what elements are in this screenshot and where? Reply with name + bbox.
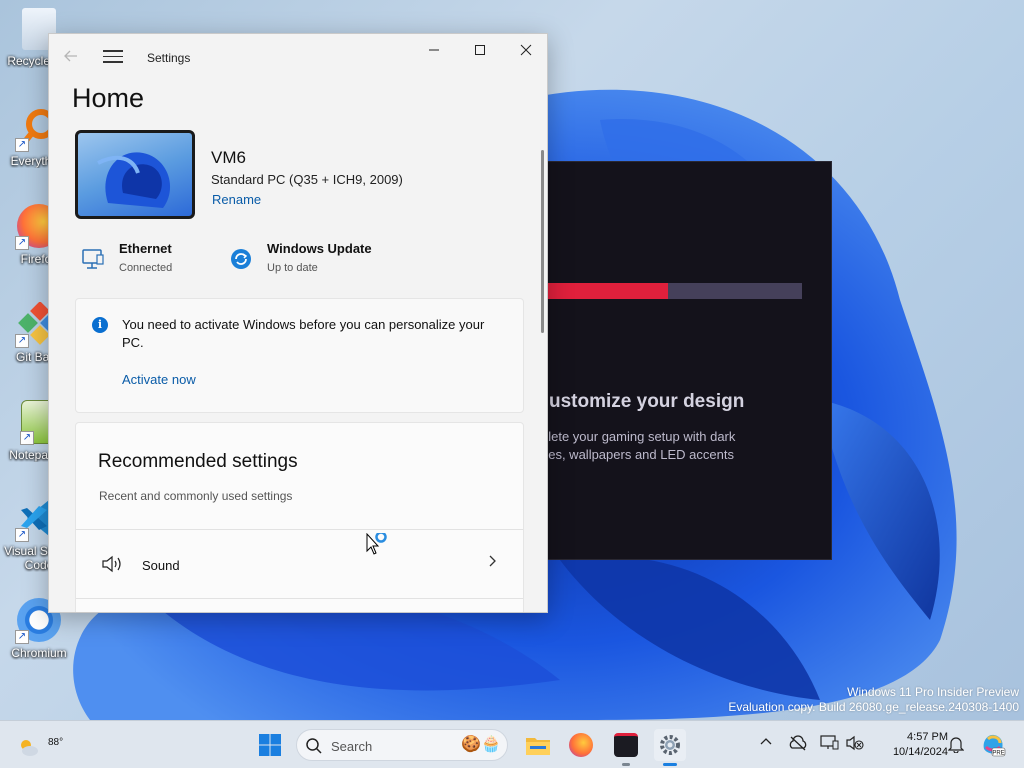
taskbar-search-box[interactable]: Search 🍪🧁 — [296, 729, 508, 761]
background-app-title: ustomize your design — [549, 391, 745, 412]
recommended-item-label: Sound — [142, 558, 180, 573]
activation-card: i You need to activate Windows before yo… — [75, 298, 524, 413]
running-indicator — [622, 763, 630, 766]
ethernet-title: Ethernet — [119, 241, 172, 256]
gaming-app-icon — [614, 733, 638, 757]
shortcut-arrow-icon: ↗ — [15, 138, 29, 152]
ethernet-icon — [81, 247, 105, 271]
network-status-icon[interactable] — [820, 735, 840, 754]
setup-progress-track — [668, 283, 802, 299]
watermark-line: Windows 11 Pro Insider Preview — [847, 685, 1019, 699]
hamburger-menu-icon[interactable] — [103, 50, 123, 66]
background-app-dialog[interactable]: ustomize your design plete your gaming s… — [530, 161, 832, 560]
device-name: VM6 — [211, 148, 246, 167]
desktop-icon-label: Chromium — [11, 646, 67, 660]
scrollbar[interactable] — [541, 150, 544, 333]
shortcut-arrow-icon: ↗ — [15, 236, 29, 250]
search-placeholder: Search — [331, 739, 373, 754]
recommended-subtitle: Recent and commonly used settings — [99, 489, 293, 503]
windows-update-status[interactable]: Windows Update Up to date — [229, 239, 409, 279]
maximize-icon — [475, 45, 485, 55]
recommended-title: Recommended settings — [98, 451, 298, 472]
speaker-icon — [101, 555, 123, 573]
clock-date: 10/14/2024 — [892, 746, 948, 758]
recommended-item-sound[interactable]: Sound — [76, 530, 523, 598]
shortcut-arrow-icon: ↗ — [20, 431, 34, 445]
device-thumbnail — [75, 130, 195, 219]
taskbar-gaming-app[interactable] — [610, 729, 642, 766]
minimize-button[interactable] — [411, 34, 457, 66]
shortcut-arrow-icon: ↗ — [15, 630, 29, 644]
window-title: Settings — [147, 51, 191, 65]
firefox-icon — [569, 733, 593, 757]
page-title: Home — [72, 83, 145, 113]
search-highlight-icon: 🍪🧁 — [461, 736, 501, 753]
chevron-right-icon — [487, 554, 497, 573]
taskbar[interactable]: 88° Search 🍪🧁 4:57 PM 10/14/2024 PRE — [0, 720, 1024, 768]
windows-update-icon — [229, 247, 253, 271]
taskbar-settings[interactable] — [654, 729, 686, 766]
volume-muted-icon[interactable] — [846, 735, 864, 754]
copilot-icon[interactable]: PRE — [980, 731, 1006, 760]
weather-temperature: 88° — [48, 737, 64, 748]
device-spec: Standard PC (Q35 + ICH9, 2009) — [211, 172, 403, 187]
rename-link[interactable]: Rename — [212, 192, 261, 207]
divider — [76, 598, 523, 599]
close-icon — [520, 44, 532, 56]
info-icon: i — [92, 317, 108, 333]
start-button[interactable] — [254, 729, 286, 761]
close-button[interactable] — [503, 34, 547, 66]
windows-update-status-text: Up to date — [267, 262, 318, 274]
settings-titlebar[interactable]: Settings — [49, 34, 547, 82]
show-hidden-icons-chevron-up-icon[interactable] — [760, 735, 772, 751]
activation-message: You need to activate Windows before you … — [122, 317, 485, 350]
ethernet-status[interactable]: Ethernet Connected — [81, 239, 221, 279]
taskbar-firefox[interactable] — [565, 729, 597, 761]
shortcut-arrow-icon: ↗ — [15, 334, 29, 348]
settings-window[interactable]: Settings Home VM6 Standard PC (Q35 + ICH… — [48, 33, 548, 613]
weather-partly-cloudy-icon — [21, 740, 38, 756]
windows-logo-icon — [259, 734, 281, 756]
gear-icon — [660, 735, 680, 755]
activate-now-link[interactable]: Activate now — [122, 372, 196, 387]
minimize-icon — [429, 49, 439, 51]
evaluation-watermark: Windows 11 Pro Insider Preview Evaluatio… — [728, 685, 1019, 715]
ethernet-status-text: Connected — [119, 262, 173, 274]
clock-time: 4:57 PM — [907, 731, 948, 743]
background-app-subtitle: plete your gaming setup with dark nes, w… — [541, 429, 736, 462]
taskbar-file-explorer[interactable] — [522, 729, 554, 761]
folder-icon — [526, 738, 550, 755]
setup-progress-fill — [546, 283, 668, 299]
back-arrow-icon[interactable] — [63, 48, 83, 68]
onedrive-offline-icon[interactable] — [788, 735, 808, 754]
maximize-button[interactable] — [457, 34, 503, 66]
weather-widget[interactable]: 88° — [16, 729, 63, 761]
watermark-line: Evaluation copy. Build 26080.ge_release.… — [728, 700, 1019, 714]
notification-bell-icon[interactable] — [947, 735, 965, 756]
search-icon — [306, 738, 322, 754]
busy-cursor-icon — [366, 531, 390, 562]
shortcut-arrow-icon: ↗ — [15, 528, 29, 542]
active-indicator — [663, 763, 677, 766]
taskbar-clock[interactable]: 4:57 PM 10/14/2024 — [872, 730, 948, 760]
recommended-settings-card: Recommended settings Recent and commonly… — [75, 422, 524, 612]
svg-text:PRE: PRE — [992, 751, 1004, 757]
windows-update-title: Windows Update — [267, 241, 372, 256]
